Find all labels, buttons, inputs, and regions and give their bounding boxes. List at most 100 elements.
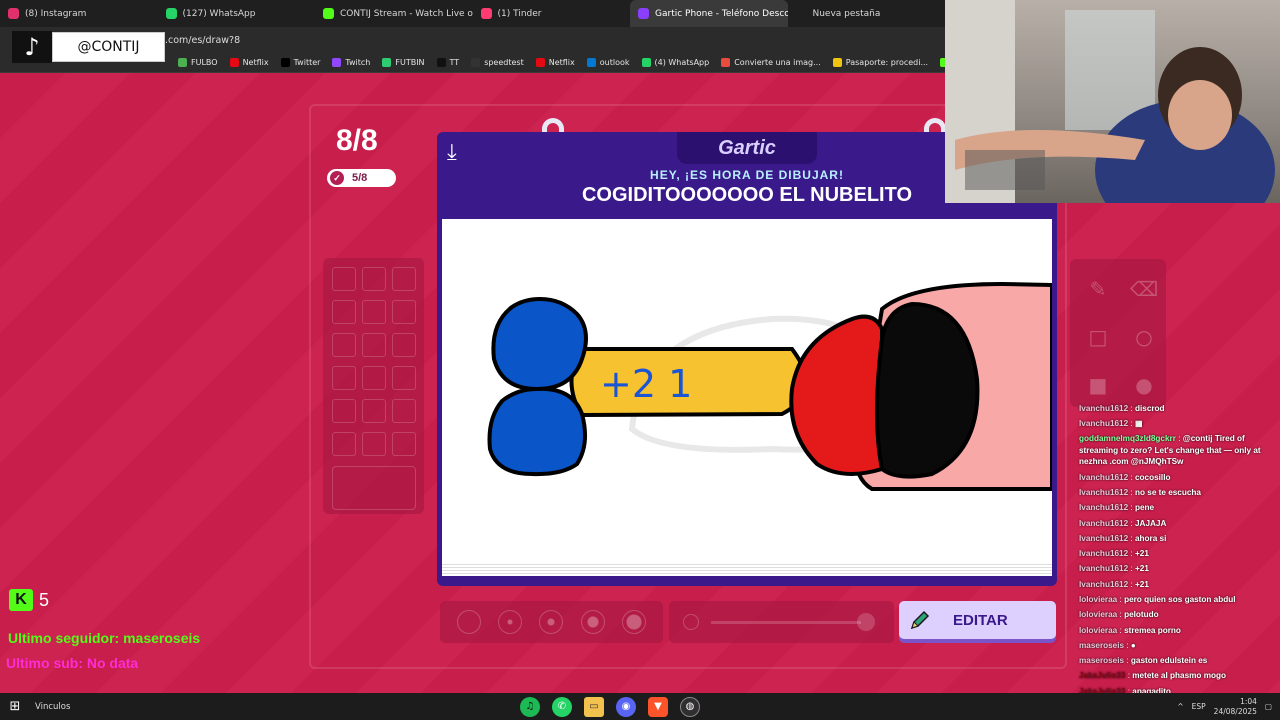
color-swatch[interactable] [362,300,386,324]
edit-button[interactable]: EDITAR [899,601,1056,639]
filled-rectangle-tool-icon[interactable]: ■ [1080,367,1116,403]
bookmark-item[interactable]: FUTBIN [382,58,425,67]
chat-username[interactable]: Ivanchu1612 [1079,473,1128,482]
chat-username[interactable]: lolovieraa [1079,595,1117,604]
url-text[interactable]: .com/es/draw?8 [165,35,240,46]
taskbar-folder-label[interactable]: Vinculos [35,702,70,712]
rectangle-tool-icon[interactable]: □ [1080,319,1116,355]
ellipse-tool-icon[interactable]: ○ [1126,319,1162,355]
download-icon[interactable]: ⤓ [447,140,457,165]
chat-username[interactable]: maseroseis [1079,641,1124,650]
chat-text: cocosillo [1134,472,1171,482]
stroke-size-1[interactable] [456,610,481,634]
bookmark-item[interactable]: Twitch [332,58,370,67]
whatsapp-icon[interactable]: ✆ [552,696,572,717]
color-swatch[interactable] [362,366,386,390]
stroke-size-4[interactable] [580,610,605,634]
chat-username[interactable]: Ivanchu1612 [1079,404,1128,413]
notification-icon[interactable]: ▢ [1265,702,1272,711]
opacity-handle[interactable] [857,613,875,631]
opacity-slider[interactable] [669,601,894,643]
eraser-tool-icon[interactable]: ⌫ [1126,271,1162,307]
chat-username[interactable]: Ivanchu1612 [1079,519,1128,528]
chat-username[interactable]: JakaJulio33 [1079,671,1125,680]
current-color-swatch[interactable] [332,466,416,510]
browser-tab[interactable]: Gartic Phone - Teléfono Descom✕ [630,0,788,27]
chat-username[interactable]: Ivanchu1612 [1079,580,1128,589]
browser-tab[interactable]: Nueva pestaña [788,0,946,27]
chat-username[interactable]: lolovieraa [1079,626,1117,635]
obs-icon[interactable]: ◍ [680,696,700,717]
file-explorer-icon[interactable]: ▭ [584,696,604,717]
stream-chat: Ivanchu1612 : discrod Ivanchu1612 : ▦ godd… [1077,401,1267,720]
input-language[interactable]: ESP [1192,702,1206,711]
color-swatch[interactable] [332,333,356,357]
color-swatch[interactable] [332,300,356,324]
stroke-size-5[interactable] [622,610,647,634]
chat-text: +21 [1134,549,1149,559]
color-swatch[interactable] [332,399,356,423]
discord-icon[interactable]: ◉ [616,696,636,717]
chat-separator: : [1128,549,1135,559]
bookmark-item[interactable]: Convierte una imag... [721,58,821,67]
chat-username[interactable]: maseroseis [1079,656,1124,665]
bookmark-item[interactable]: Pasaporte: procedi... [832,58,928,67]
color-swatch[interactable] [332,267,356,291]
chat-username[interactable]: Ivanchu1612 [1079,419,1128,428]
color-swatch[interactable] [392,333,416,357]
color-swatch[interactable] [332,432,356,456]
chat-message: Ivanchu1612 : no se te escucha [1077,485,1267,500]
chat-username[interactable]: lolovieraa [1079,610,1117,619]
color-swatch[interactable] [362,399,386,423]
chat-username[interactable]: Ivanchu1612 [1079,534,1128,543]
tab-favicon-icon [165,8,177,19]
drawing-canvas[interactable]: +2 1 [442,219,1054,564]
color-swatch[interactable] [362,267,386,291]
pencil-tool-icon[interactable]: ✎ [1080,271,1116,307]
bookmark-item[interactable]: FULBO [178,58,218,67]
color-swatch[interactable] [362,333,386,357]
opacity-track[interactable] [711,621,861,624]
clock-time: 1:04 [1240,696,1257,706]
browser-tab[interactable]: CONTIJ Stream - Watch Live on K [315,0,473,27]
windows-start-icon[interactable]: ⊞ [0,693,30,720]
color-swatch[interactable] [392,300,416,324]
browser-tab[interactable]: (8) Instagram [0,0,158,27]
chat-text: ● [1130,640,1136,650]
bookmark-item[interactable]: TT [436,58,459,67]
bookmark-item[interactable]: outlook [586,58,630,67]
bookmark-item[interactable]: Netflix [229,58,269,67]
color-swatch[interactable] [392,432,416,456]
bookmark-item[interactable]: Twitter [280,58,320,67]
color-swatch[interactable] [392,267,416,291]
browser-tab[interactable]: (127) WhatsApp [158,0,316,27]
bookmark-item[interactable]: speedtest [471,58,524,67]
bookmark-item[interactable]: (4) WhatsApp [641,58,709,67]
chat-username[interactable]: Ivanchu1612 [1079,564,1128,573]
stroke-size-3[interactable] [539,610,564,634]
tab-label: (127) WhatsApp [182,8,256,19]
chat-username[interactable]: Ivanchu1612 [1079,549,1128,558]
bookmark-favicon-icon [436,58,446,67]
bookmark-favicon-icon [535,58,545,67]
tray-chevron-icon[interactable]: ^ [1177,702,1183,711]
chat-username[interactable]: Ivanchu1612 [1079,503,1128,512]
chat-username[interactable]: goddamnelmq3zld8gckrr [1079,434,1176,443]
color-swatch[interactable] [362,432,386,456]
brave-browser-icon[interactable]: ▼ [648,696,668,717]
chat-separator: : [1128,579,1135,589]
spotify-icon[interactable]: ♫ [520,696,540,717]
chat-username[interactable]: Ivanchu1612 [1079,488,1128,497]
browser-tab[interactable]: (1) Tinder [473,0,631,27]
filled-ellipse-tool-icon[interactable]: ● [1126,367,1162,403]
color-swatch[interactable] [392,366,416,390]
chat-message: lolovieraa : pelotudo [1077,607,1267,622]
color-swatch[interactable] [332,366,356,390]
clock[interactable]: 1:04 24/08/2025 [1214,697,1257,717]
bookmark-item[interactable]: Netflix [535,58,575,67]
chat-text: no se te escucha [1134,488,1201,498]
stroke-size-2[interactable] [498,610,523,634]
color-swatch[interactable] [392,399,416,423]
bookmark-label: Twitch [345,58,371,67]
kick-logo-icon: K [9,589,33,611]
